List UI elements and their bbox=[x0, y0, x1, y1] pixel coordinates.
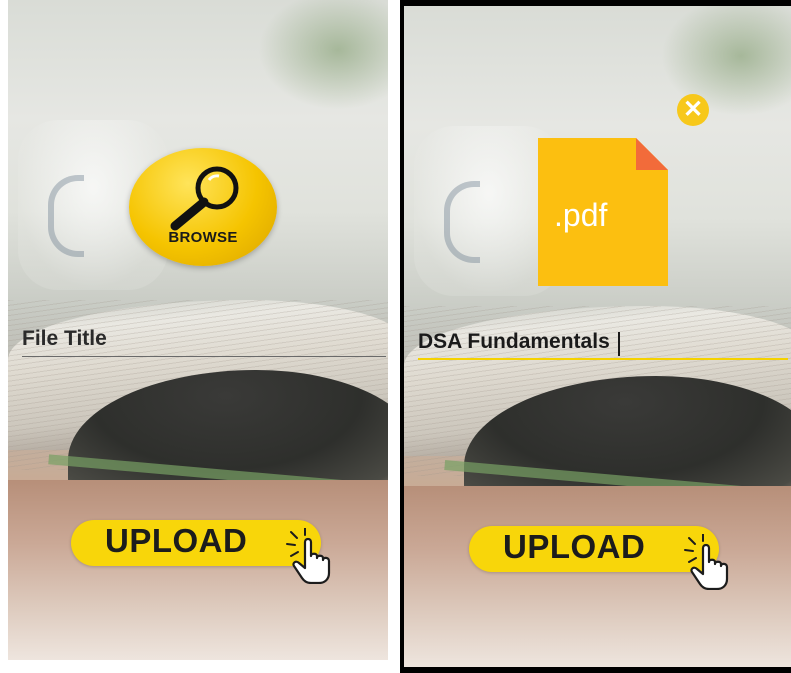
file-title-value: DSA Fundamentals bbox=[418, 330, 610, 353]
magnifier-icon bbox=[170, 166, 239, 231]
upload-button[interactable]: UPLOAD bbox=[71, 520, 331, 584]
upload-label: UPLOAD bbox=[503, 528, 646, 565]
pointer-hand-icon bbox=[684, 534, 729, 590]
pdf-label: .pdf bbox=[554, 197, 607, 233]
browse-button[interactable]: BROWSE bbox=[129, 148, 277, 266]
upload-screen: ✕ .pdf DSA Fundamentals UPLOAD bbox=[400, 0, 791, 673]
upload-label: UPLOAD bbox=[105, 522, 248, 559]
close-icon[interactable]: ✕ bbox=[677, 94, 709, 126]
file-title-field[interactable]: File Title bbox=[22, 323, 386, 357]
pdf-file-icon: .pdf bbox=[538, 138, 668, 286]
pointer-hand-icon bbox=[286, 528, 331, 584]
text-cursor bbox=[617, 331, 620, 356]
browse-screen: BROWSE File Title UPLOAD bbox=[8, 0, 388, 660]
browse-label: BROWSE bbox=[168, 229, 238, 246]
file-title-placeholder: File Title bbox=[22, 327, 107, 350]
upload-button[interactable]: UPLOAD bbox=[469, 526, 729, 590]
file-title-field[interactable]: DSA Fundamentals bbox=[418, 326, 788, 360]
